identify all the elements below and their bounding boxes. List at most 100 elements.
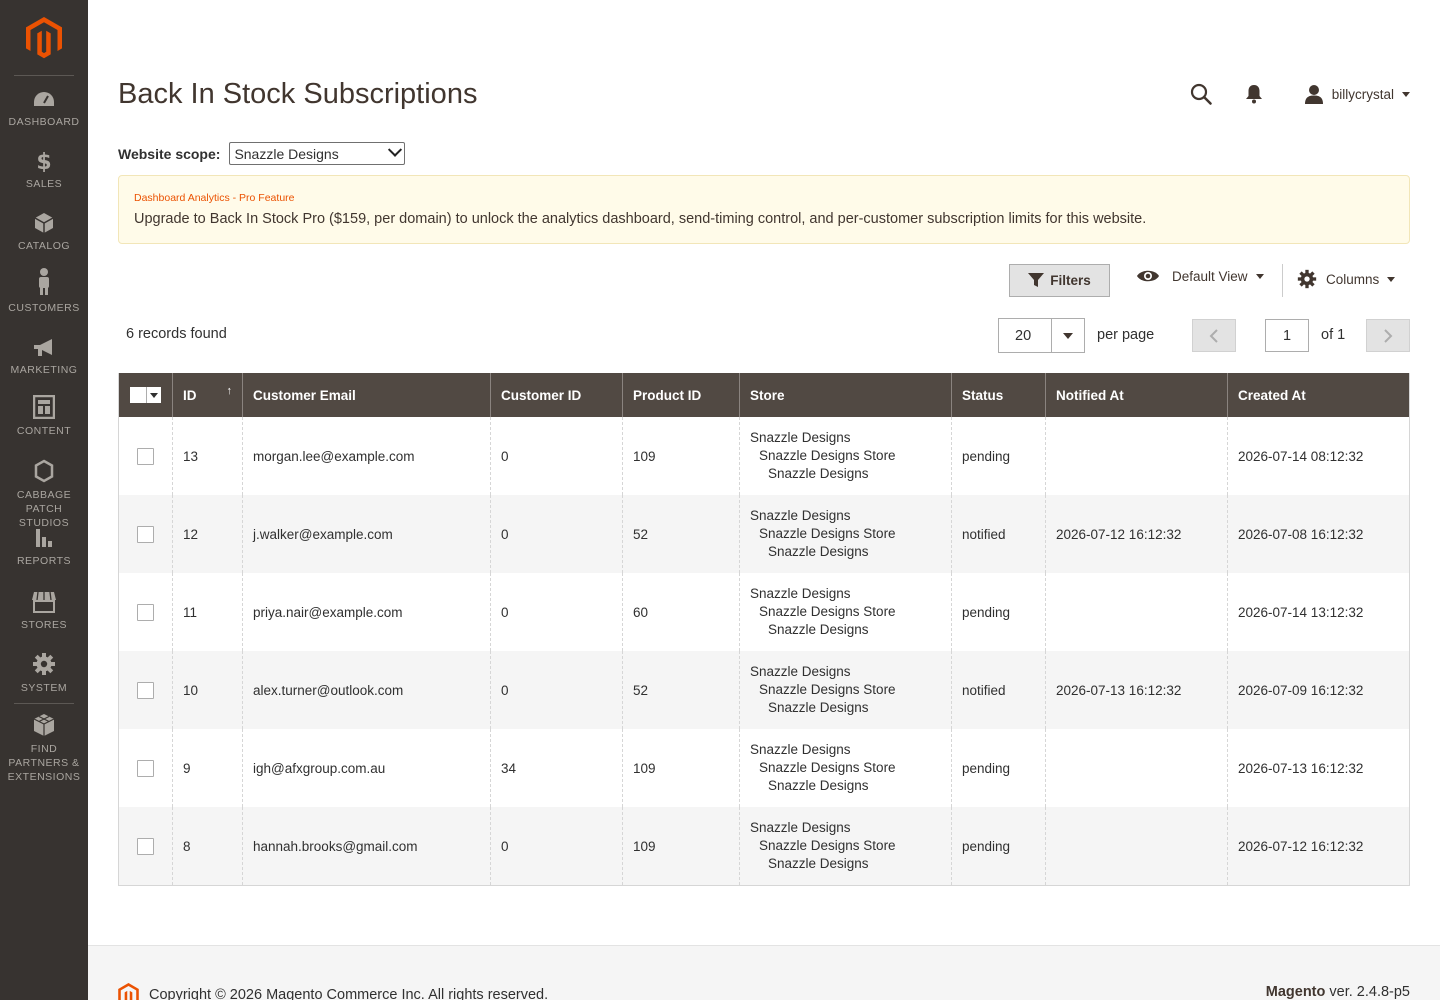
cell-product-id: 109: [622, 807, 739, 885]
footer-brand: Magento: [1265, 984, 1326, 1000]
default-view-dropdown[interactable]: Default View: [1136, 268, 1264, 284]
row-checkbox[interactable]: [137, 447, 154, 465]
row-checkbox[interactable]: [137, 759, 154, 777]
website-scope-select[interactable]: Snazzle Designs: [229, 142, 406, 165]
notifications-button[interactable]: [1242, 82, 1266, 106]
website-scope: Website scope: Snazzle Designs: [118, 142, 406, 165]
cell-notified-at: 2026-07-13 16:12:32: [1045, 651, 1227, 729]
per-page-toggle[interactable]: [1051, 319, 1084, 352]
magento-logo[interactable]: [0, 0, 88, 75]
footer-copyright: Copyright © 2026 Magento Commerce Inc. A…: [118, 983, 548, 1000]
sidebar-item-find-partners[interactable]: FIND PARTNERS & EXTENSIONS: [0, 713, 88, 784]
cell-id: 11: [172, 573, 242, 651]
column-header-created-at[interactable]: Created At: [1227, 373, 1409, 417]
next-page-button[interactable]: [1366, 319, 1410, 352]
column-header-label: Store: [750, 387, 785, 403]
column-header-status[interactable]: Status: [951, 373, 1045, 417]
cell-status: pending: [951, 417, 1045, 495]
column-header-customer-email[interactable]: Customer Email: [242, 373, 490, 417]
magento-logo-icon: [118, 983, 139, 1000]
mass-select-toggle[interactable]: [147, 387, 161, 403]
table-row[interactable]: 9 igh@afxgroup.com.au 34 109 Snazzle Des…: [119, 729, 1409, 807]
sort-ascending-icon: ↑: [226, 385, 233, 397]
grid-header: ID ↑ Customer Email Customer ID Product …: [119, 373, 1409, 417]
sidebar-item-content[interactable]: CONTENT: [0, 395, 88, 438]
svg-text:$: $: [36, 150, 51, 172]
sidebar-item-label: REPORTS: [16, 555, 72, 567]
column-header-label: Notified At: [1056, 387, 1124, 403]
mass-select-checkbox[interactable]: [130, 387, 147, 403]
column-header-customer-id[interactable]: Customer ID: [490, 373, 622, 417]
sidebar-item-stores[interactable]: STORES: [0, 591, 88, 632]
grid-toolbar: Filters Default View Columns: [88, 260, 1410, 300]
cell-store: Snazzle Designs Snazzle Designs Store Sn…: [739, 807, 951, 885]
sidebar-item-label: FIND PARTNERS & EXTENSIONS: [7, 743, 81, 783]
copyright-text: Copyright © 2026 Magento Commerce Inc. A…: [149, 987, 549, 1000]
filters-button[interactable]: Filters: [1009, 264, 1110, 297]
cell-notified-at: [1045, 573, 1227, 651]
previous-page-button[interactable]: [1192, 319, 1236, 352]
cell-created-at: 2026-07-14 08:12:32: [1227, 417, 1409, 495]
cell-customer-id: 0: [490, 417, 622, 495]
row-checkbox[interactable]: [137, 525, 154, 543]
sidebar-item-label: STORES: [21, 619, 67, 631]
sidebar-item-catalog[interactable]: CATALOG: [0, 212, 88, 253]
hexagon-icon: [34, 459, 54, 483]
sidebar-item-label: CONTENT: [16, 425, 72, 437]
sidebar-item-cabbage-patch-studios[interactable]: CABBAGE PATCH STUDIOS: [0, 459, 88, 530]
columns-label: Columns: [1326, 271, 1380, 287]
store-website: Snazzle Designs: [750, 664, 851, 679]
sidebar-item-label: DASHBOARD: [8, 116, 80, 128]
cell-created-at: 2026-07-13 16:12:32: [1227, 729, 1409, 807]
store-website: Snazzle Designs: [750, 508, 851, 523]
cell-store: Snazzle Designs Snazzle Designs Store Sn…: [739, 651, 951, 729]
admin-sidebar: DASHBOARD $ SALES CATALOG CUSTOMERS MARK…: [0, 0, 88, 1000]
sidebar-item-sales[interactable]: $ SALES: [0, 150, 88, 191]
notice-text: Upgrade to Back In Stock Pro ($159, per …: [134, 211, 1147, 227]
table-row[interactable]: 10 alex.turner@outlook.com 0 52 Snazzle …: [119, 651, 1409, 729]
search-button[interactable]: [1189, 82, 1213, 106]
cell-status: pending: [951, 807, 1045, 885]
column-header-id[interactable]: ID ↑: [172, 373, 242, 417]
version-text: ver. 2.4.8-p5: [1325, 984, 1410, 1000]
row-checkbox[interactable]: [137, 837, 154, 855]
sidebar-item-reports[interactable]: REPORTS: [0, 527, 88, 568]
store-group: Snazzle Designs Store: [759, 526, 896, 541]
website-scope-value: Snazzle Designs: [234, 145, 339, 162]
current-page-input[interactable]: 1: [1265, 319, 1309, 352]
sidebar-item-label: SYSTEM: [20, 682, 68, 694]
user-menu[interactable]: billycrystal: [1304, 84, 1410, 104]
row-checkbox[interactable]: [137, 603, 154, 621]
cube-icon: [34, 213, 54, 233]
chevron-down-icon: [150, 392, 158, 398]
table-row[interactable]: 13 morgan.lee@example.com 0 109 Snazzle …: [119, 417, 1409, 495]
column-header-label: Product ID: [633, 387, 702, 403]
sidebar-item-customers[interactable]: CUSTOMERS: [0, 268, 88, 315]
cell-notified-at: [1045, 729, 1227, 807]
mass-select-dropdown[interactable]: [130, 387, 161, 403]
sidebar-item-system[interactable]: SYSTEM: [0, 652, 88, 695]
column-header-store[interactable]: Store: [739, 373, 951, 417]
table-row[interactable]: 12 j.walker@example.com 0 52 Snazzle Des…: [119, 495, 1409, 573]
cell-id: 13: [172, 417, 242, 495]
cell-email: morgan.lee@example.com: [242, 417, 490, 495]
table-row[interactable]: 8 hannah.brooks@gmail.com 0 109 Snazzle …: [119, 807, 1409, 885]
store-view: Snazzle Designs: [768, 778, 869, 793]
columns-dropdown[interactable]: Columns: [1297, 269, 1396, 289]
sidebar-item-marketing[interactable]: MARKETING: [0, 338, 88, 377]
cell-id: 12: [172, 495, 242, 573]
main-content: Back In Stock Subscriptions billycrystal…: [88, 0, 1440, 1000]
magento-logo-icon: [26, 16, 62, 58]
per-page-select[interactable]: 20: [998, 318, 1085, 353]
row-checkbox[interactable]: [137, 681, 154, 699]
sidebar-item-dashboard[interactable]: DASHBOARD: [0, 90, 88, 129]
store-view: Snazzle Designs: [768, 466, 869, 481]
cell-email: hannah.brooks@gmail.com: [242, 807, 490, 885]
cell-notified-at: [1045, 807, 1227, 885]
table-row[interactable]: 11 priya.nair@example.com 0 60 Snazzle D…: [119, 573, 1409, 651]
page-footer: Copyright © 2026 Magento Commerce Inc. A…: [88, 945, 1440, 1000]
cell-email: alex.turner@outlook.com: [242, 651, 490, 729]
column-header-product-id[interactable]: Product ID: [622, 373, 739, 417]
column-header-notified-at[interactable]: Notified At: [1045, 373, 1227, 417]
cell-store: Snazzle Designs Snazzle Designs Store Sn…: [739, 495, 951, 573]
